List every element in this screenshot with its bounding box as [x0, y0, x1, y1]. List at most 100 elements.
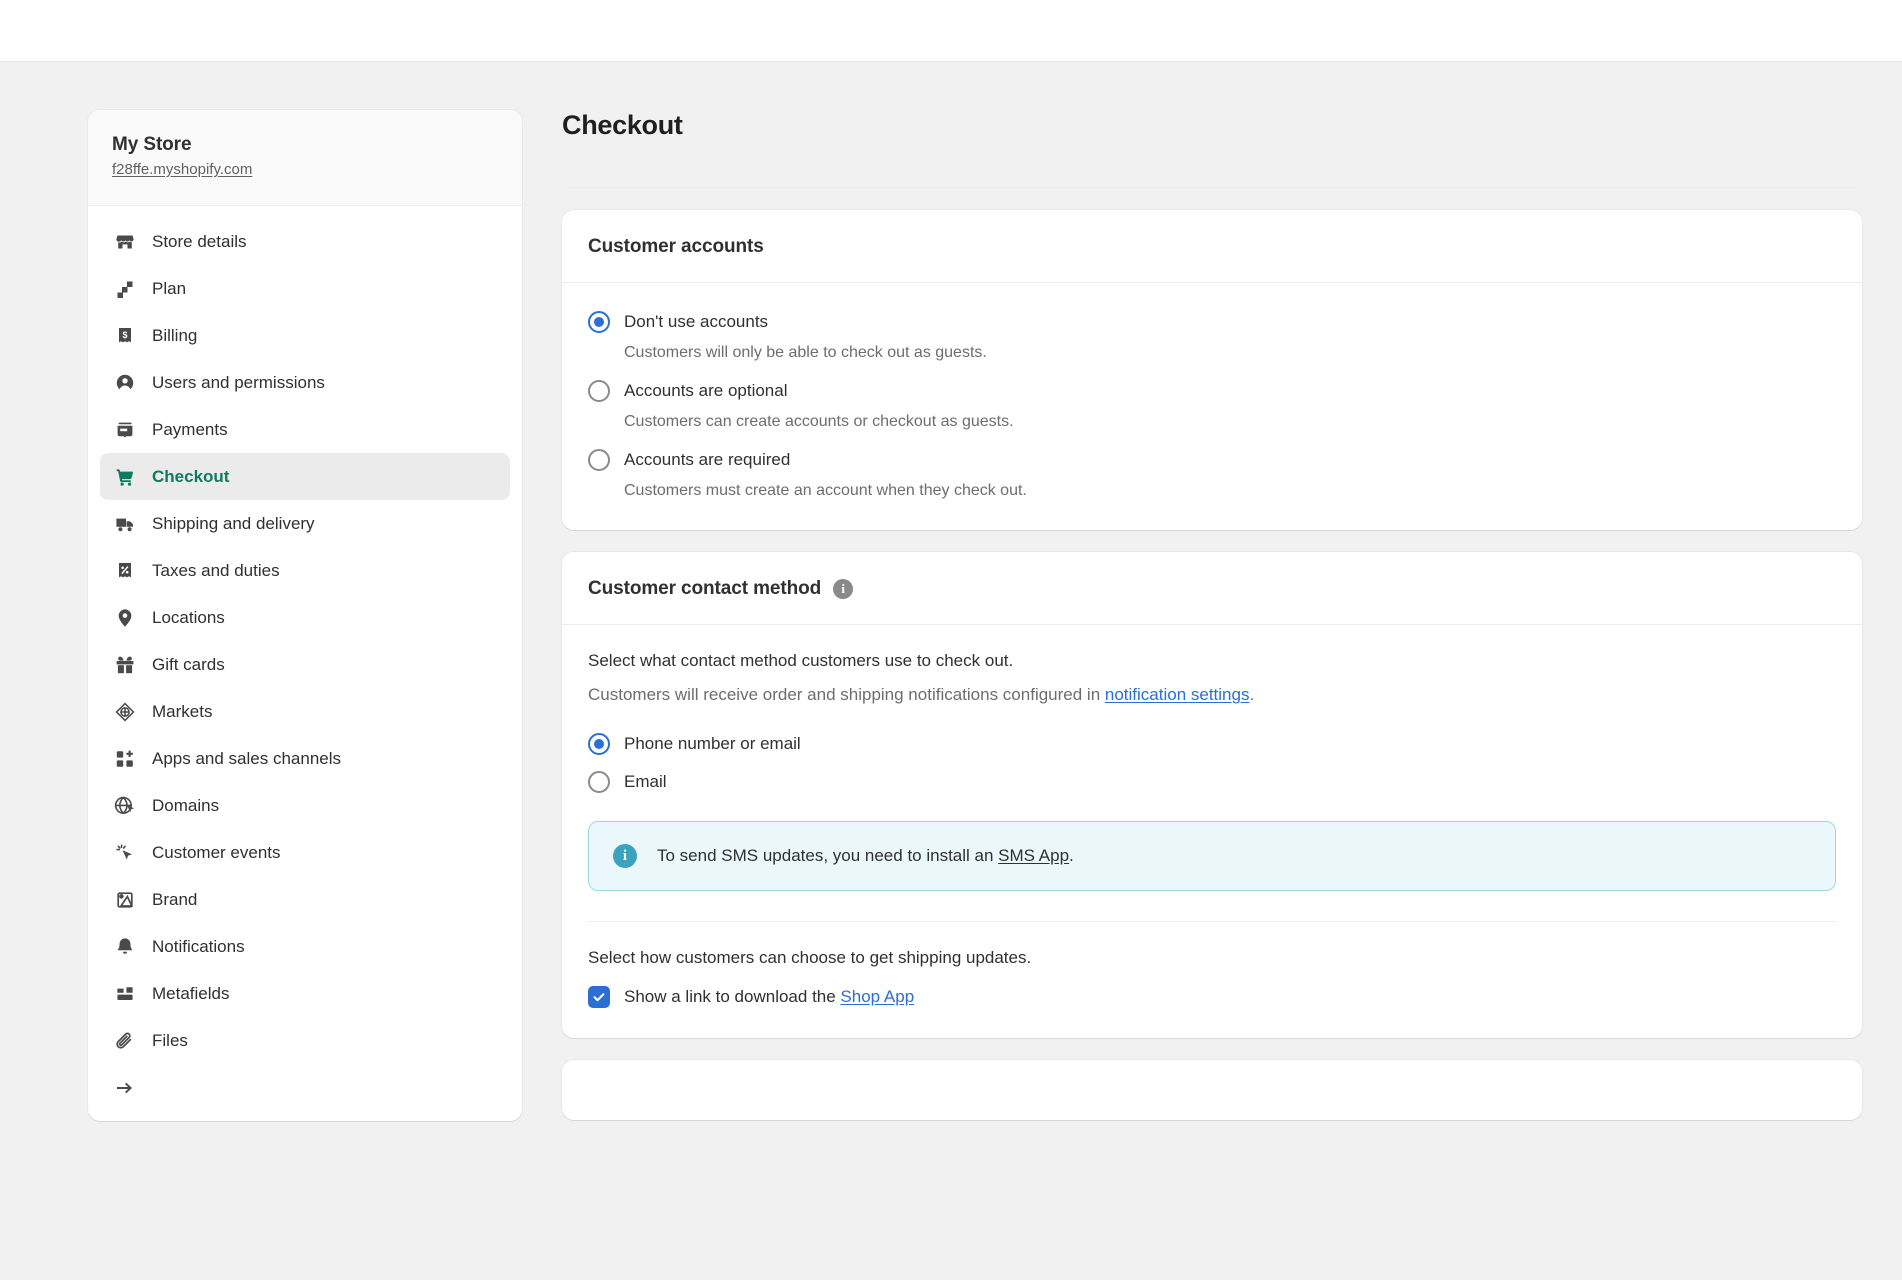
sidebar-item-label: Billing [152, 326, 198, 345]
settings-nav: Store details Plan $ Billing Users and p… [88, 206, 522, 1121]
sidebar-item-label: Domains [152, 796, 220, 815]
sidebar-item-label: Locations [152, 608, 225, 627]
top-bar [0, 0, 1902, 62]
plan-icon [114, 278, 136, 300]
radio-indicator[interactable] [588, 771, 610, 793]
radio-label: Phone number or email [624, 734, 801, 753]
page-body: My Store f28ffe.myshopify.com Store deta… [0, 62, 1902, 1280]
sidebar-item-label: Markets [152, 702, 213, 721]
radio-accounts-optional[interactable]: Accounts are optional [588, 378, 1836, 404]
billing-icon: $ [114, 325, 136, 347]
sidebar-item-markets[interactable]: Markets [100, 688, 510, 735]
sidebar-item-label: Checkout [152, 467, 230, 486]
gift-icon [114, 654, 136, 676]
sidebar-item-customer-events[interactable]: Customer events [100, 829, 510, 876]
brand-icon [114, 889, 136, 911]
info-icon[interactable]: i [833, 579, 854, 599]
radio-indicator[interactable] [588, 733, 610, 755]
radio-help-text: Customers can create accounts or checkou… [624, 413, 1014, 430]
banner-prefix: To send SMS updates, you need to install… [657, 846, 999, 865]
store-icon [114, 231, 136, 253]
sidebar-item-gift-cards[interactable]: Gift cards [100, 641, 510, 688]
checkbox-prefix: Show a link to download the [624, 987, 841, 1006]
customer-accounts-header: Customer accounts [562, 210, 1862, 283]
payments-icon [114, 419, 136, 441]
sidebar-item-label: Apps and sales channels [152, 749, 342, 768]
customer-contact-method-header: Customer contact method i [562, 552, 1862, 625]
main-content: Checkout Customer accounts Don't use acc… [562, 96, 1862, 1120]
customer-accounts-card: Customer accounts Don't use accounts Cus… [562, 210, 1862, 530]
settings-sidebar: My Store f28ffe.myshopify.com Store deta… [88, 110, 522, 1121]
next-card-partial [562, 1060, 1862, 1120]
shop-app-link[interactable]: Shop App [840, 987, 914, 1006]
sidebar-item-apps-and-sales-channels[interactable]: Apps and sales channels [100, 735, 510, 782]
info-icon: i [613, 844, 637, 868]
radio-label: Email [624, 772, 667, 791]
apps-plus-icon [114, 748, 136, 770]
sidebar-item-store-details[interactable]: Store details [100, 218, 510, 265]
sidebar-item-taxes-and-duties[interactable]: Taxes and duties [100, 547, 510, 594]
radio-help-text: Customers must create an account when th… [624, 482, 1027, 499]
globe-diamond-icon [114, 701, 136, 723]
radio-help-text: Customers will only be able to check out… [624, 344, 987, 361]
sidebar-item-payments[interactable]: Payments [100, 406, 510, 453]
sidebar-item-files[interactable]: Files [100, 1017, 510, 1064]
sidebar-item-label: Shipping and delivery [152, 514, 315, 533]
sidebar-item-partial[interactable] [100, 1064, 510, 1111]
checkbox-indicator[interactable] [588, 986, 610, 1008]
sidebar-item-checkout[interactable]: Checkout [100, 453, 510, 500]
sidebar-item-label: Gift cards [152, 655, 225, 674]
radio-indicator[interactable] [588, 311, 610, 333]
radio-label: Don't use accounts [624, 312, 769, 331]
subtext-prefix: Customers will receive order and shippin… [588, 685, 1105, 704]
bell-icon [114, 936, 136, 958]
notification-settings-link[interactable]: notification settings [1105, 685, 1250, 704]
sidebar-item-label: Metafields [152, 984, 230, 1003]
percent-receipt-icon [114, 560, 136, 582]
title-divider [562, 187, 1862, 188]
user-icon [114, 372, 136, 394]
radio-indicator[interactable] [588, 380, 610, 402]
sidebar-item-shipping-and-delivery[interactable]: Shipping and delivery [100, 500, 510, 547]
sidebar-item-label: Payments [152, 420, 228, 439]
customer-accounts-body: Don't use accounts Customers will only b… [562, 283, 1862, 530]
sidebar-item-users-and-permissions[interactable]: Users and permissions [100, 359, 510, 406]
card-title: Customer accounts [588, 236, 764, 257]
sidebar-item-domains[interactable]: Domains [100, 782, 510, 829]
radio-accounts-required[interactable]: Accounts are required [588, 447, 1836, 473]
store-header: My Store f28ffe.myshopify.com [88, 110, 522, 206]
cursor-click-icon [114, 842, 136, 864]
cart-icon [114, 466, 136, 488]
arrow-right-icon [114, 1077, 136, 1099]
sidebar-item-metafields[interactable]: Metafields [100, 970, 510, 1017]
checkbox-label: Show a link to download the Shop App [624, 987, 914, 1007]
sidebar-item-billing[interactable]: $ Billing [100, 312, 510, 359]
svg-text:$: $ [122, 330, 127, 340]
contact-method-radio-group: Phone number or email Email [588, 731, 1836, 795]
customer-contact-method-body: Select what contact method customers use… [562, 625, 1862, 1038]
banner-suffix: . [1069, 846, 1074, 865]
sidebar-item-locations[interactable]: Locations [100, 594, 510, 641]
card-title: Customer contact method [588, 578, 822, 599]
radio-indicator[interactable] [588, 449, 610, 471]
sms-app-link[interactable]: SMS App [998, 846, 1069, 865]
contact-method-subtext: Customers will receive order and shippin… [588, 685, 1836, 705]
sidebar-item-label: Plan [152, 279, 187, 298]
sidebar-item-label: Taxes and duties [152, 561, 280, 580]
sidebar-item-notifications[interactable]: Notifications [100, 923, 510, 970]
sidebar-item-plan[interactable]: Plan [100, 265, 510, 312]
metafields-icon [114, 983, 136, 1005]
radio-dont-use-accounts[interactable]: Don't use accounts [588, 309, 1836, 335]
truck-icon [114, 513, 136, 535]
radio-phone-number-or-email[interactable]: Phone number or email [588, 731, 1836, 757]
sidebar-item-label: Brand [152, 890, 198, 909]
sidebar-item-label: Notifications [152, 937, 245, 956]
paperclip-icon [114, 1030, 136, 1052]
subtext-suffix: . [1249, 685, 1255, 704]
sidebar-item-brand[interactable]: Brand [100, 876, 510, 923]
shop-app-checkbox-row[interactable]: Show a link to download the Shop App [588, 986, 1836, 1008]
sidebar-item-label: Store details [152, 232, 247, 251]
contact-method-divider [588, 921, 1836, 922]
radio-email[interactable]: Email [588, 769, 1836, 795]
store-url-link[interactable]: f28ffe.myshopify.com [112, 161, 252, 178]
